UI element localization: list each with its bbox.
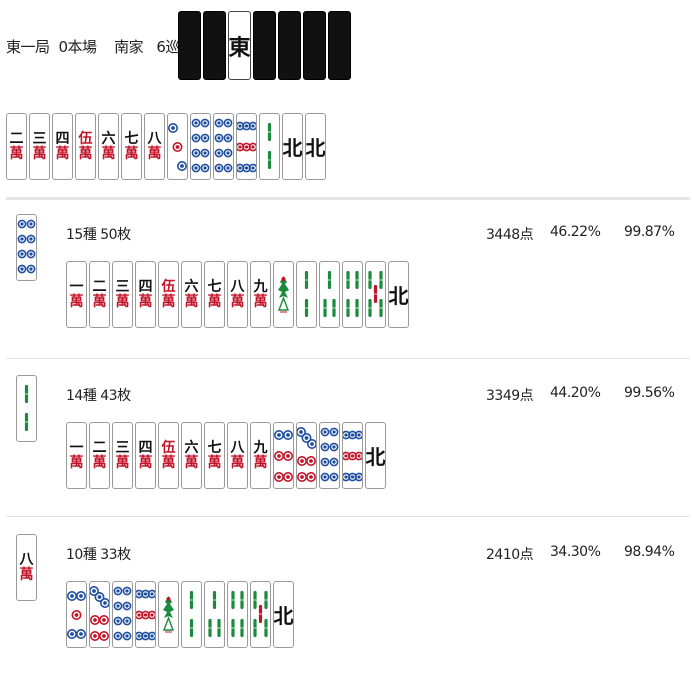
wait-tiles: 一萬二萬三萬四萬伍萬六萬七萬八萬九萬 北 (66, 422, 388, 489)
wait-tile: 七萬 (204, 422, 225, 489)
hand-tile[interactable]: 北 (282, 113, 303, 180)
discard-tile[interactable] (16, 214, 39, 281)
hand-tile[interactable]: 八萬 (144, 113, 165, 180)
round-label: 東一局 (6, 38, 50, 56)
tile-back (303, 11, 326, 80)
hand-tile[interactable]: 四萬 (52, 113, 73, 180)
win-rate: 34.30% (550, 544, 601, 560)
wait-tile (89, 581, 110, 648)
tile-back (203, 11, 226, 80)
hand-tile[interactable]: 三萬 (29, 113, 50, 180)
wait-tile: 北 (365, 422, 386, 489)
wait-tile (66, 581, 87, 648)
tile-back (328, 11, 351, 80)
hand-tile[interactable]: 北 (305, 113, 326, 180)
hand-tile[interactable] (236, 113, 257, 180)
tile-back (178, 11, 201, 80)
wait-tile: 四萬 (135, 422, 156, 489)
wait-tile (319, 422, 340, 489)
wait-tile (135, 581, 156, 648)
wait-tiles: 北 (66, 581, 296, 648)
hand-tile[interactable]: 伍萬 (75, 113, 96, 180)
wait-tile: 北 (388, 261, 409, 328)
wait-tile: 九萬 (250, 422, 271, 489)
wait-tile (319, 261, 340, 328)
wait-kinds-count: 14種 43枚 (66, 388, 131, 404)
tenpai-rate: 99.87% (624, 224, 675, 240)
wait-tile: 四萬 (135, 261, 156, 328)
wait-tile (273, 261, 294, 328)
wait-tile: 八萬 (227, 261, 248, 328)
expected-points: 3349点 (486, 388, 534, 404)
win-rate: 46.22% (550, 224, 601, 240)
wait-tile (112, 581, 133, 648)
dora-indicator: 東 (178, 11, 353, 80)
tile-back (278, 11, 301, 80)
wait-tile (342, 422, 363, 489)
wait-tile (250, 581, 271, 648)
wait-tile: 三萬 (112, 261, 133, 328)
divider (6, 516, 690, 517)
divider (6, 197, 690, 200)
hand-tile[interactable] (167, 113, 188, 180)
wait-tile (158, 581, 179, 648)
tenpai-rate: 99.56% (624, 385, 675, 401)
wait-tile: 一萬 (66, 422, 87, 489)
hand-tile[interactable] (190, 113, 211, 180)
expected-points: 2410点 (486, 547, 534, 563)
wait-tile (204, 581, 225, 648)
player-hand: 二萬三萬四萬伍萬六萬七萬八萬 北北 (6, 113, 328, 180)
wait-tile: 伍萬 (158, 422, 179, 489)
wait-tile (296, 422, 317, 489)
wait-tile (342, 261, 363, 328)
wait-tile (365, 261, 386, 328)
wait-tile (181, 581, 202, 648)
seat-label: 南家 (114, 38, 144, 56)
tile-back (253, 11, 276, 80)
discard-tile[interactable]: 八萬 (16, 534, 39, 601)
wait-tile (227, 581, 248, 648)
discard-tile[interactable] (16, 375, 39, 442)
divider (6, 358, 690, 359)
round-info: 東一局 0本場 南家 6巡目 (6, 36, 203, 57)
wait-kinds-count: 15種 50枚 (66, 227, 131, 243)
wait-tile: 一萬 (66, 261, 87, 328)
wait-tile: 九萬 (250, 261, 271, 328)
wait-tile: 八萬 (227, 422, 248, 489)
dora-indicator-tile: 東 (228, 11, 251, 80)
wait-tile (296, 261, 317, 328)
wait-tile: 二萬 (89, 261, 110, 328)
tenpai-rate: 98.94% (624, 544, 675, 560)
expected-points: 3448点 (486, 227, 534, 243)
wait-tile: 七萬 (204, 261, 225, 328)
wait-tile: 三萬 (112, 422, 133, 489)
hand-tile[interactable] (259, 113, 280, 180)
wait-tile: 北 (273, 581, 294, 648)
wait-kinds-count: 10種 33枚 (66, 547, 131, 563)
wait-tile: 伍萬 (158, 261, 179, 328)
discard-candidate-tile (16, 375, 37, 442)
hand-tile[interactable]: 七萬 (121, 113, 142, 180)
discard-candidate-tile: 八萬 (16, 534, 37, 601)
hand-tile[interactable]: 六萬 (98, 113, 119, 180)
wait-tiles: 一萬二萬三萬四萬伍萬六萬七萬八萬九萬 北 (66, 261, 411, 328)
win-rate: 44.20% (550, 385, 601, 401)
discard-candidate-tile (16, 214, 37, 281)
honba-label: 0本場 (58, 38, 98, 56)
wait-tile: 六萬 (181, 261, 202, 328)
hand-tile[interactable]: 二萬 (6, 113, 27, 180)
hand-tile[interactable] (213, 113, 234, 180)
wait-tile: 二萬 (89, 422, 110, 489)
wait-tile (273, 422, 294, 489)
wait-tile: 六萬 (181, 422, 202, 489)
